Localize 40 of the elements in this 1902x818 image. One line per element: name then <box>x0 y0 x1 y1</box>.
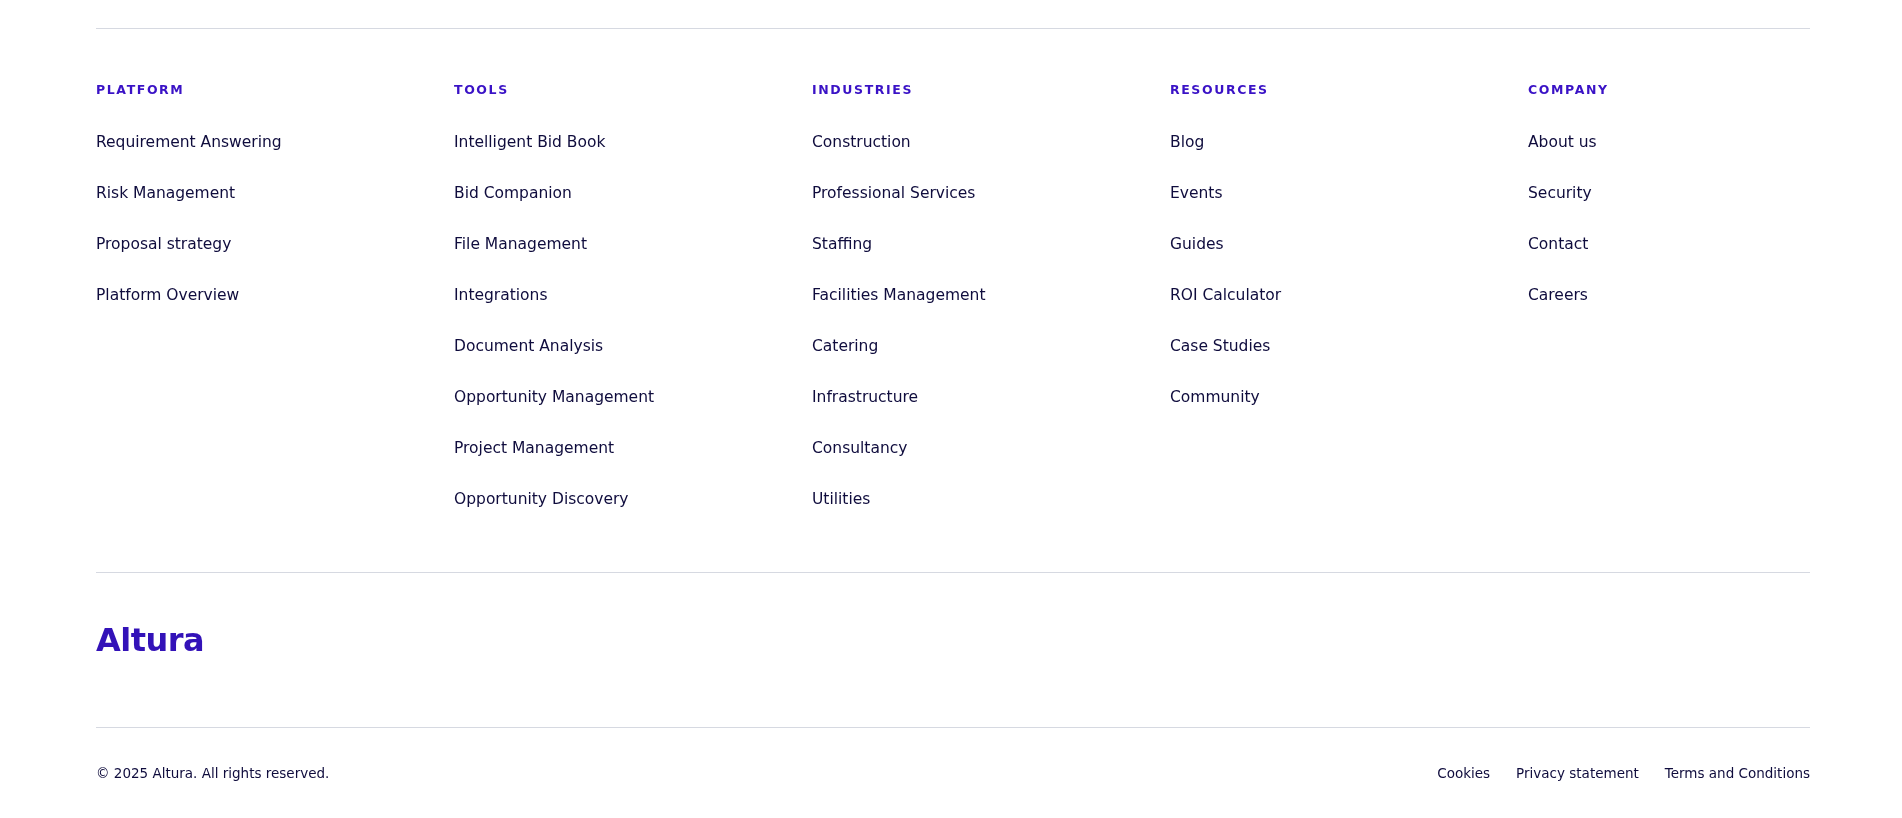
footer-link[interactable]: Integrations <box>454 285 548 305</box>
column-heading: TOOLS <box>454 82 509 98</box>
footer-link[interactable]: About us <box>1528 132 1597 152</box>
footer-link[interactable]: Professional Services <box>812 183 976 203</box>
footer-link[interactable]: Staffing <box>812 234 873 254</box>
footer-link[interactable]: Contact <box>1528 234 1589 254</box>
footer-link[interactable]: File Management <box>454 234 587 254</box>
footer-link[interactable]: Consultancy <box>812 438 908 458</box>
footer-link[interactable]: Security <box>1528 183 1592 203</box>
footer-link[interactable]: Utilities <box>812 489 871 509</box>
footer-link[interactable]: Proposal strategy <box>96 234 232 254</box>
column-heading: INDUSTRIES <box>812 82 913 98</box>
footer-link[interactable]: Requirement Answering <box>96 132 282 152</box>
legal-link[interactable]: Terms and Conditions <box>1664 764 1810 782</box>
column-heading: RESOURCES <box>1170 82 1269 98</box>
column-heading: COMPANY <box>1528 82 1609 98</box>
footer-link[interactable]: Project Management <box>454 438 615 458</box>
footer-link[interactable]: Catering <box>812 336 879 356</box>
footer-link[interactable]: Case Studies <box>1170 336 1271 356</box>
footer-link[interactable]: Bid Companion <box>454 183 572 203</box>
footer-link[interactable]: Infrastructure <box>812 387 919 407</box>
footer-link[interactable]: Facilities Management <box>812 285 986 305</box>
footer-link[interactable]: Platform Overview <box>96 285 240 305</box>
column-heading: PLATFORM <box>96 82 185 98</box>
footer-link[interactable]: Events <box>1170 183 1223 203</box>
logo[interactable]: Altura <box>96 625 205 655</box>
footer-link[interactable]: Document Analysis <box>454 336 604 356</box>
copyright-text: © 2025 Altura. All rights reserved. <box>96 764 330 782</box>
footer-link[interactable]: Community <box>1170 387 1260 407</box>
footer-link[interactable]: Opportunity Management <box>454 387 655 407</box>
footer-link[interactable]: Opportunity Discovery <box>454 489 629 509</box>
footer-link[interactable]: Careers <box>1528 285 1588 305</box>
footer-link[interactable]: Construction <box>812 132 911 152</box>
footer-link[interactable]: Intelligent Bid Book <box>454 132 606 152</box>
footer-link[interactable]: Risk Management <box>96 183 236 203</box>
footer-link[interactable]: ROI Calculator <box>1170 285 1282 305</box>
legal-link[interactable]: Privacy statement <box>1516 764 1639 782</box>
footer-link[interactable]: Guides <box>1170 234 1224 254</box>
footer-link[interactable]: Blog <box>1170 132 1205 152</box>
legal-link[interactable]: Cookies <box>1437 764 1491 782</box>
